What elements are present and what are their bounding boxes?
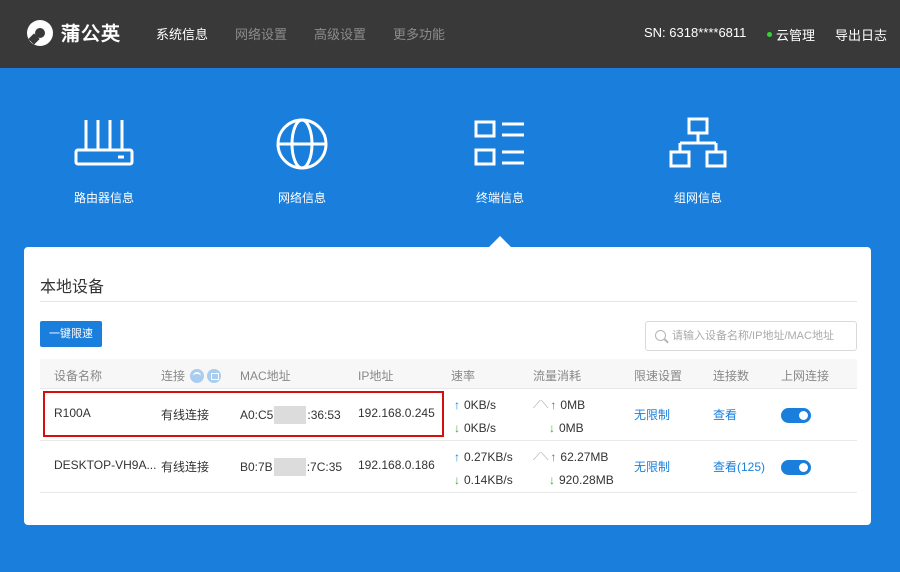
arrow-down-icon: ↓ bbox=[454, 473, 460, 487]
ip-address: 192.168.0.186 bbox=[358, 458, 435, 472]
rate-cell: ↑ 0.27KB/s ↓ 0.14KB/s bbox=[454, 446, 513, 492]
tile-network-info[interactable]: 网络信息 bbox=[242, 116, 362, 206]
table-row: DESKTOP-VH9A... 有线连接 B0:7B :7C:35 192.16… bbox=[40, 441, 857, 493]
traffic-up: 62.27MB bbox=[560, 450, 609, 464]
cloud-management-label: 云管理 bbox=[776, 28, 816, 43]
arrow-down-icon: ↓ bbox=[549, 473, 555, 487]
highlight-box bbox=[43, 391, 444, 437]
view-connections-link[interactable]: 查看(125) bbox=[713, 458, 765, 475]
tile-networking-info-label: 组网信息 bbox=[673, 191, 722, 205]
speed-limit-link[interactable]: 无限制 bbox=[634, 406, 670, 423]
speed-limit-link[interactable]: 无限制 bbox=[634, 458, 670, 475]
main-nav: 系统信息 网络设置 高级设置 更多功能 bbox=[156, 24, 472, 43]
th-connections: 连接数 bbox=[713, 369, 750, 383]
arrow-up-icon: ↑ bbox=[454, 450, 460, 464]
device-search-box bbox=[645, 321, 857, 351]
trend-chart-icon[interactable]: ⟋⟍ bbox=[533, 394, 548, 417]
th-connection: 连接 bbox=[161, 367, 222, 384]
tile-terminal-info[interactable]: 终端信息 bbox=[440, 116, 560, 206]
th-connection-label: 连接 bbox=[161, 369, 186, 383]
rate-up: 0.27KB/s bbox=[464, 450, 513, 464]
th-device-name: 设备名称 bbox=[54, 369, 103, 383]
rate-cell: ↑ 0KB/s ↓ 0KB/s bbox=[454, 394, 496, 440]
th-traffic: 流量消耗 bbox=[533, 369, 582, 383]
traffic-down: 0MB bbox=[559, 421, 584, 435]
internet-access-toggle[interactable] bbox=[781, 460, 811, 475]
list-icon bbox=[474, 120, 524, 166]
router-icon bbox=[74, 120, 134, 166]
nav-more-features[interactable]: 更多功能 bbox=[393, 24, 445, 43]
th-online: 上网连接 bbox=[781, 369, 830, 383]
active-tile-pointer bbox=[489, 236, 511, 247]
wifi-filter-icon[interactable] bbox=[190, 368, 205, 383]
device-search-input[interactable] bbox=[672, 322, 852, 350]
top-bar: 蒲公英 系统信息 网络设置 高级设置 更多功能 SN: 6318****6811… bbox=[0, 0, 900, 68]
network-tree-icon bbox=[669, 117, 727, 168]
nav-advanced-settings[interactable]: 高级设置 bbox=[314, 24, 366, 43]
tile-router-info[interactable]: 路由器信息 bbox=[44, 116, 164, 206]
tile-terminal-info-label: 终端信息 bbox=[475, 191, 524, 205]
status-dot-icon bbox=[767, 32, 772, 37]
device-name: DESKTOP-VH9A... bbox=[54, 458, 157, 472]
serial-number: SN: 6318****6811 bbox=[644, 25, 747, 40]
arrow-down-icon: ↓ bbox=[549, 421, 555, 435]
internet-access-toggle[interactable] bbox=[781, 408, 811, 423]
table-header: 设备名称 连接 MAC地址 IP地址 速率 流量消耗 限速设置 连接数 上网连接 bbox=[40, 359, 857, 389]
view-connections-link[interactable]: 查看 bbox=[713, 406, 737, 423]
traffic-cell: ⟋⟍ ↑ 62.27MB ↓ 920.28MB bbox=[533, 446, 614, 492]
mac-suffix: :7C:35 bbox=[306, 460, 343, 474]
lan-filter-icon[interactable] bbox=[207, 368, 222, 383]
connection-type: 有线连接 bbox=[161, 460, 210, 474]
cloud-management-link[interactable]: 云管理 bbox=[767, 25, 815, 44]
search-icon bbox=[655, 330, 666, 341]
rate-up: 0KB/s bbox=[464, 398, 497, 412]
nav-network-settings[interactable]: 网络设置 bbox=[235, 24, 287, 43]
tile-router-info-label: 路由器信息 bbox=[73, 191, 134, 205]
arrow-up-icon: ↑ bbox=[454, 398, 460, 412]
arrow-down-icon: ↓ bbox=[454, 421, 460, 435]
mac-prefix: B0:7B bbox=[240, 460, 273, 474]
dandelion-logo-icon bbox=[27, 19, 53, 46]
rate-down: 0.14KB/s bbox=[464, 473, 513, 487]
traffic-up: 0MB bbox=[560, 398, 586, 412]
panel-title: 本地设备 bbox=[40, 279, 105, 296]
tile-network-info-label: 网络信息 bbox=[277, 191, 326, 205]
divider bbox=[40, 301, 857, 302]
th-rate: 速率 bbox=[451, 369, 476, 383]
brand-logo[interactable]: 蒲公英 bbox=[27, 19, 121, 46]
tile-networking-info[interactable]: 组网信息 bbox=[638, 116, 758, 206]
local-devices-panel: 本地设备 一键限速 设备名称 连接 MAC地址 IP地址 速率 流量消耗 限速设… bbox=[24, 247, 871, 525]
mac-address: B0:7B :7C:35 bbox=[240, 458, 342, 476]
one-click-limit-button[interactable]: 一键限速 bbox=[40, 321, 102, 347]
brand-name: 蒲公英 bbox=[61, 24, 122, 45]
globe-icon bbox=[276, 118, 328, 170]
traffic-cell: ⟋⟍ ↑ 0MB ↓ 0MB bbox=[533, 394, 585, 440]
th-mac: MAC地址 bbox=[240, 369, 291, 383]
export-log-link[interactable]: 导出日志 bbox=[835, 25, 887, 44]
mac-redaction bbox=[273, 458, 306, 476]
nav-system-info[interactable]: 系统信息 bbox=[156, 24, 208, 43]
arrow-up-icon: ↑ bbox=[550, 450, 557, 464]
th-limit: 限速设置 bbox=[634, 369, 683, 383]
arrow-up-icon: ↑ bbox=[550, 398, 557, 412]
trend-chart-icon[interactable]: ⟋⟍ bbox=[533, 446, 548, 469]
traffic-down: 920.28MB bbox=[559, 473, 614, 487]
th-ip: IP地址 bbox=[358, 369, 394, 383]
rate-down: 0KB/s bbox=[464, 421, 497, 435]
